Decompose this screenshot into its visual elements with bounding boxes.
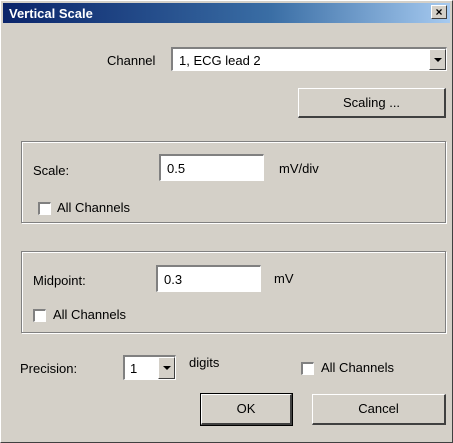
title-bar[interactable]: Vertical Scale × [3, 3, 450, 23]
close-icon: × [435, 5, 443, 19]
scaling-button-label: Scaling ... [342, 95, 401, 110]
vertical-scale-dialog: Vertical Scale × Channel 1, ECG lead 2 S… [0, 0, 453, 443]
midpoint-all-channels-checkbox[interactable] [33, 309, 46, 322]
scale-value: 0.5 [167, 161, 186, 176]
chevron-down-icon[interactable] [429, 49, 446, 70]
scale-all-channels-checkbox[interactable] [38, 202, 51, 215]
precision-all-channels-label: All Channels [321, 360, 394, 375]
window-title: Vertical Scale [9, 6, 93, 21]
scale-all-channels-label: All Channels [57, 200, 130, 215]
channel-select[interactable]: 1, ECG lead 2 [171, 47, 447, 71]
midpoint-label: Midpoint: [33, 273, 86, 288]
precision-label: Precision: [20, 361, 78, 376]
precision-unit: digits [189, 355, 220, 370]
ok-button-label: OK [236, 401, 256, 416]
cancel-button[interactable]: Cancel [312, 394, 446, 425]
cancel-button-label: Cancel [358, 401, 399, 416]
close-button[interactable]: × [431, 5, 447, 19]
scaling-button[interactable]: Scaling ... [298, 88, 446, 118]
channel-label: Channel [107, 53, 156, 68]
precision-select[interactable]: 1 [123, 355, 176, 380]
channel-value: 1, ECG lead 2 [179, 53, 261, 68]
midpoint-value: 0.3 [164, 272, 183, 287]
scale-label: Scale: [33, 163, 70, 178]
precision-all-channels-checkbox[interactable] [301, 362, 314, 375]
ok-button[interactable]: OK [200, 393, 293, 426]
midpoint-unit: mV [274, 271, 294, 286]
scale-unit: mV/div [279, 161, 319, 176]
precision-value: 1 [130, 361, 138, 376]
precision-chevron-down-icon[interactable] [158, 357, 175, 379]
midpoint-all-channels-label: All Channels [53, 307, 126, 322]
scale-input[interactable]: 0.5 [159, 154, 264, 181]
midpoint-input[interactable]: 0.3 [156, 265, 261, 292]
